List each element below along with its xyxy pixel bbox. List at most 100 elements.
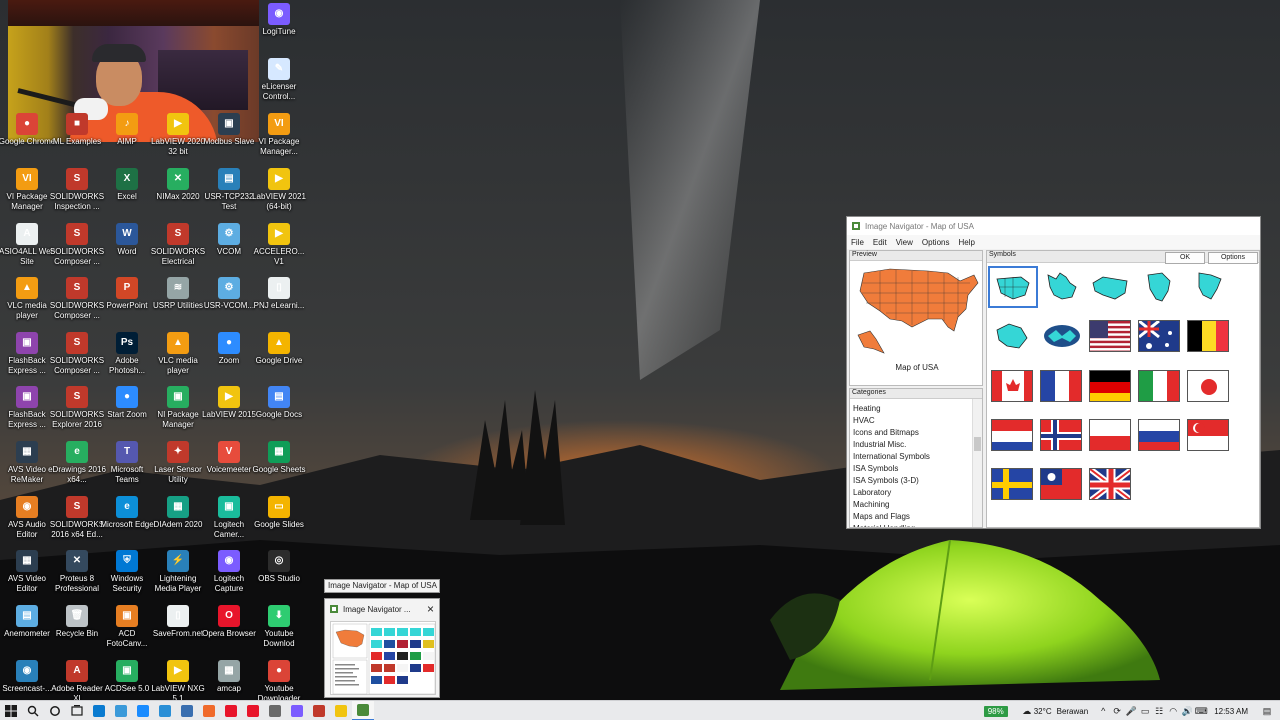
temperature[interactable]: 32°C (1034, 707, 1052, 716)
desktop-icon[interactable]: ▦ Google Sheets (252, 441, 306, 493)
language-icon[interactable]: ⌨ (1194, 704, 1208, 718)
desktop-icon[interactable]: e eDrawings 2016 x64... (48, 441, 106, 493)
cortana-button[interactable] (44, 701, 66, 720)
desktop-icon[interactable]: ▦ AVS Video Editor (0, 550, 54, 602)
category-item[interactable]: Heating (852, 403, 982, 415)
taskbar-app-store[interactable] (132, 701, 154, 720)
close-icon[interactable]: × (427, 602, 434, 616)
menu-help[interactable]: Help (958, 238, 974, 247)
task-view-button[interactable] (66, 701, 88, 720)
taskbar-app-labview[interactable] (330, 701, 352, 720)
wifi-icon[interactable]: ◠ (1166, 704, 1180, 718)
notifications-icon[interactable]: ▤ (1260, 704, 1274, 718)
desktop-icon[interactable]: S SOLIDWORKS Electrical (151, 223, 205, 275)
desktop-icon[interactable]: ▲ VLC media player (151, 332, 205, 384)
update-icon[interactable]: ⟳ (1110, 704, 1124, 718)
desktop-icon[interactable]: ⬇ Youtube Downlod (252, 605, 306, 657)
preview-card-thumbnail[interactable] (330, 621, 436, 695)
flag-sweden-icon[interactable] (991, 468, 1033, 500)
desktop-icon[interactable]: ▶ LabVIEW 2020 32 bit (151, 113, 205, 165)
desktop-icon[interactable]: ▣ FlashBack Express ... (0, 386, 54, 438)
battery-indicator[interactable]: 98% (983, 705, 1008, 717)
desktop-icon[interactable]: ⚡ Lightening Media Player (151, 550, 205, 602)
flag-france-icon[interactable] (1040, 370, 1082, 402)
desktop-icon[interactable]: ▶ LabVIEW 2015 (202, 386, 256, 438)
desktop-icon[interactable]: ▤ Anemometer (0, 605, 54, 657)
network-icon[interactable]: ☷ (1152, 704, 1166, 718)
desktop-icon[interactable]: ● Start Zoom (100, 386, 154, 438)
category-item[interactable]: Laboratory (852, 487, 982, 499)
taskbar-app-firefox[interactable] (198, 701, 220, 720)
categories-scrollbar[interactable] (972, 399, 982, 527)
desktop-icon[interactable]: ▭ Google Slides (252, 496, 306, 548)
image-navigator-window[interactable]: Image Navigator - Map of USA File Edit V… (846, 216, 1261, 529)
microphone-icon[interactable]: 🎤 (1124, 704, 1138, 718)
desktop-icon[interactable]: ● Google Chrome (0, 113, 55, 165)
desktop-icon[interactable]: ▶ LabVIEW 2021 (64-bit) (252, 168, 306, 220)
desktop-icon[interactable]: ✎ eLicenser Control... (252, 58, 306, 110)
menu-file[interactable]: File (851, 238, 864, 247)
desktop-icon[interactable]: Ps Adobe Photosh... (100, 332, 154, 384)
start-button[interactable] (0, 701, 22, 720)
desktop-icon[interactable]: S SOLIDWORKS 2016 x64 Ed... (50, 496, 104, 548)
clock[interactable]: 12:53 AM (1214, 707, 1248, 716)
desktop-icon[interactable]: ≋ USRP Utilities (151, 277, 205, 329)
continent-symbol[interactable] (1040, 269, 1084, 305)
category-item[interactable]: International Symbols (852, 451, 982, 463)
desktop-icon[interactable]: S SOLIDWORKS Inspection ... (50, 168, 104, 220)
desktop-icon[interactable]: T Microsoft Teams (100, 441, 154, 493)
desktop-icon[interactable]: ▯ PNJ eLearni... (252, 277, 306, 329)
desktop-icon[interactable]: ◉ LogiTune (252, 3, 306, 55)
desktop-icon[interactable]: ▣ Logitech Camer... (202, 496, 256, 548)
category-item[interactable]: ISA Symbols (3-D) (852, 475, 982, 487)
desktop-icon[interactable]: ⚙ USR-VCOM... (202, 277, 256, 329)
desktop-icon[interactable]: VI VI Package Manager (0, 168, 54, 220)
taskbar-app-adobe-reader[interactable] (220, 701, 242, 720)
desktop-icon[interactable]: ▲ VLC media player (0, 277, 54, 329)
options-button[interactable]: Options (1208, 252, 1258, 264)
flag-uk-icon[interactable] (1089, 468, 1131, 500)
flag-canada-icon[interactable] (991, 370, 1033, 402)
flag-japan-icon[interactable] (1187, 370, 1229, 402)
camera-icon[interactable]: ▭ (1138, 704, 1152, 718)
taskbar-app-calendar[interactable] (176, 701, 198, 720)
chevron-up-icon[interactable]: ^ (1096, 704, 1110, 718)
flag-belgium-icon[interactable] (1187, 320, 1229, 352)
menu-view[interactable]: View (896, 238, 913, 247)
weather-icon[interactable]: ☁ (1020, 704, 1034, 718)
window-titlebar[interactable]: Image Navigator - Map of USA (847, 217, 1260, 235)
taskbar-preview-card[interactable]: Image Navigator ... × (324, 598, 440, 698)
desktop-icon[interactable]: W Word (100, 223, 154, 275)
flag-taiwan-icon[interactable] (1040, 468, 1082, 500)
desktop-icon[interactable]: ▶ ACCELERO... V1 (252, 223, 306, 275)
desktop-icon[interactable]: 🗑 Recycle Bin (50, 605, 104, 657)
flag-singapore-icon[interactable] (1187, 419, 1229, 451)
desktop-icon[interactable]: ◎ OBS Studio (252, 550, 306, 602)
volume-icon[interactable]: 🔊 (1180, 704, 1194, 718)
search-button[interactable] (22, 701, 44, 720)
world-map-symbol[interactable] (991, 318, 1035, 354)
desktop-icon[interactable]: ✕ NIMax 2020 (151, 168, 205, 220)
flag-russia-icon[interactable] (1138, 419, 1180, 451)
desktop-icon[interactable]: P PowerPoint (100, 277, 154, 329)
desktop-icon[interactable]: ● Zoom (202, 332, 256, 384)
taskbar-app-powerpoint[interactable] (308, 701, 330, 720)
desktop-icon[interactable]: ◉ Logitech Capture (202, 550, 256, 602)
continent-symbol[interactable] (1187, 269, 1231, 305)
desktop-icon[interactable]: ■ ML Examples (50, 113, 104, 165)
taskbar-app-settings[interactable] (264, 701, 286, 720)
desktop-icon[interactable]: O Opera Browser (202, 605, 256, 657)
desktop-icon[interactable]: ✕ Proteus 8 Professional (50, 550, 104, 602)
continent-symbol[interactable] (988, 266, 1038, 308)
desktop-icon[interactable]: ▣ ACD FotoCanv... (100, 605, 154, 657)
continent-symbol[interactable] (1089, 269, 1133, 305)
desktop-icon[interactable]: S SOLIDWORKS Explorer 2016 (50, 386, 104, 438)
desktop-icon[interactable]: S SOLIDWORKS Composer ... (50, 332, 104, 384)
desktop-icon[interactable]: ⛨ Windows Security (100, 550, 154, 602)
desktop-icon[interactable]: X Excel (100, 168, 154, 220)
desktop-icon[interactable]: ▦ DIAdem 2020 (151, 496, 205, 548)
desktop-icon[interactable]: VI VI Package Manager... (252, 113, 306, 165)
taskbar-app-edge[interactable] (88, 701, 110, 720)
desktop-icon[interactable]: ▤ Google Docs (252, 386, 306, 438)
desktop-icon[interactable]: V Voicemeeter (202, 441, 256, 493)
